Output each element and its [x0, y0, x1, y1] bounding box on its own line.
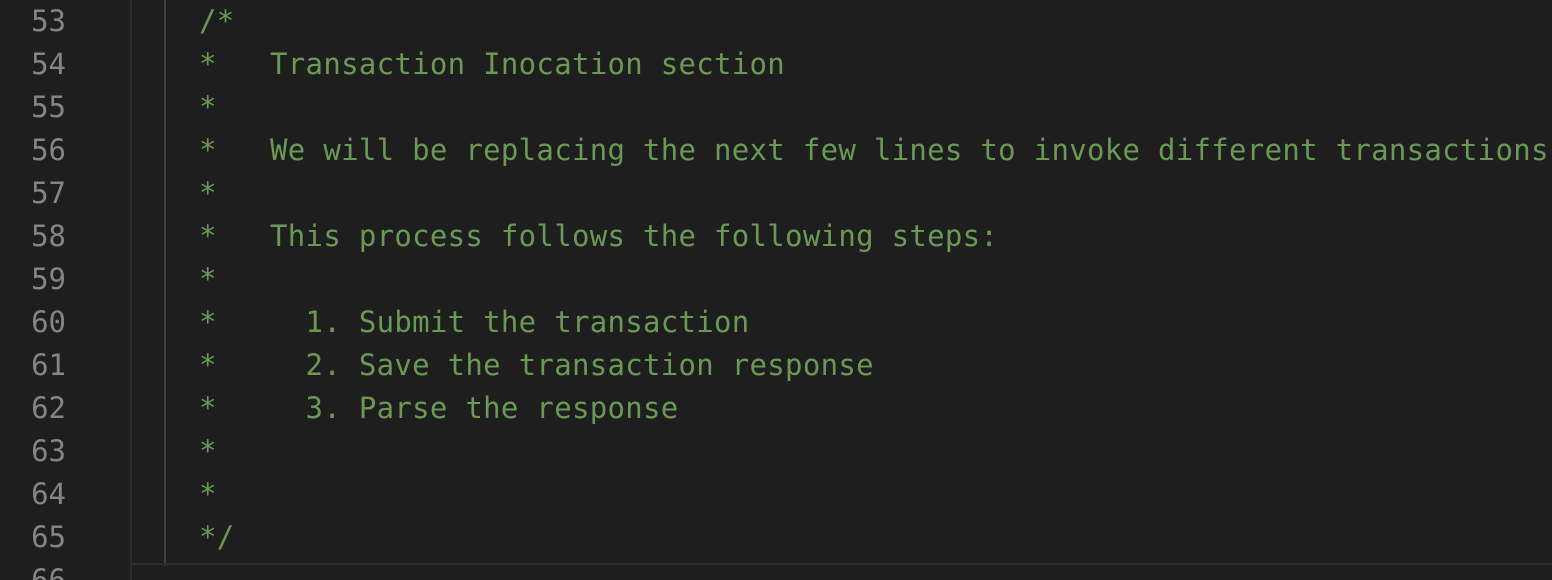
line-number: 65: [31, 520, 66, 554]
code-text[interactable]: *: [199, 430, 217, 473]
line-number: 64: [31, 477, 66, 511]
code-text[interactable]: *: [199, 258, 217, 301]
code-editor[interactable]: 53 /* 54 * Transaction Inocation section…: [0, 0, 1552, 580]
code-line[interactable]: 58 * This process follows the following …: [0, 215, 1552, 258]
line-number: 56: [31, 133, 66, 167]
code-line[interactable]: 60 * 1. Submit the transaction: [0, 301, 1552, 344]
code-line[interactable]: 61 * 2. Save the transaction response: [0, 344, 1552, 387]
code-text[interactable]: * Transaction Inocation section: [199, 43, 785, 86]
code-line[interactable]: 54 * Transaction Inocation section: [0, 43, 1552, 86]
line-number: 55: [31, 90, 66, 124]
code-text[interactable]: *: [199, 86, 217, 129]
code-line[interactable]: 56 * We will be replacing the next few l…: [0, 129, 1552, 172]
code-text[interactable]: * 2. Save the transaction response: [199, 344, 874, 387]
code-line[interactable]: 62 * 3. Parse the response: [0, 387, 1552, 430]
code-text[interactable]: /*: [199, 0, 235, 43]
code-line[interactable]: 55 *: [0, 86, 1552, 129]
line-number: 54: [31, 47, 66, 81]
code-text[interactable]: * This process follows the following ste…: [199, 215, 998, 258]
code-text[interactable]: */: [199, 516, 235, 559]
code-text[interactable]: *: [199, 172, 217, 215]
line-number: 53: [31, 4, 66, 38]
line-number: 58: [31, 219, 66, 253]
code-text[interactable]: * 3. Parse the response: [199, 387, 679, 430]
code-line[interactable]: 63 *: [0, 430, 1552, 473]
code-text[interactable]: *: [199, 473, 217, 516]
code-text[interactable]: * We will be replacing the next few line…: [199, 129, 1552, 172]
code-line[interactable]: 53 /*: [0, 0, 1552, 43]
code-line[interactable]: 57 *: [0, 172, 1552, 215]
line-number: 59: [31, 262, 66, 296]
line-number: 60: [31, 305, 66, 339]
line-number: 63: [31, 434, 66, 468]
line-number: 62: [31, 391, 66, 425]
code-line[interactable]: 59 *: [0, 258, 1552, 301]
line-number: 57: [31, 176, 66, 210]
line-number: 66: [31, 563, 66, 580]
code-line[interactable]: 66: [0, 559, 1552, 580]
line-number: 61: [31, 348, 66, 382]
code-line[interactable]: 64 *: [0, 473, 1552, 516]
code-text[interactable]: * 1. Submit the transaction: [199, 301, 750, 344]
code-line[interactable]: 65 */: [0, 516, 1552, 559]
